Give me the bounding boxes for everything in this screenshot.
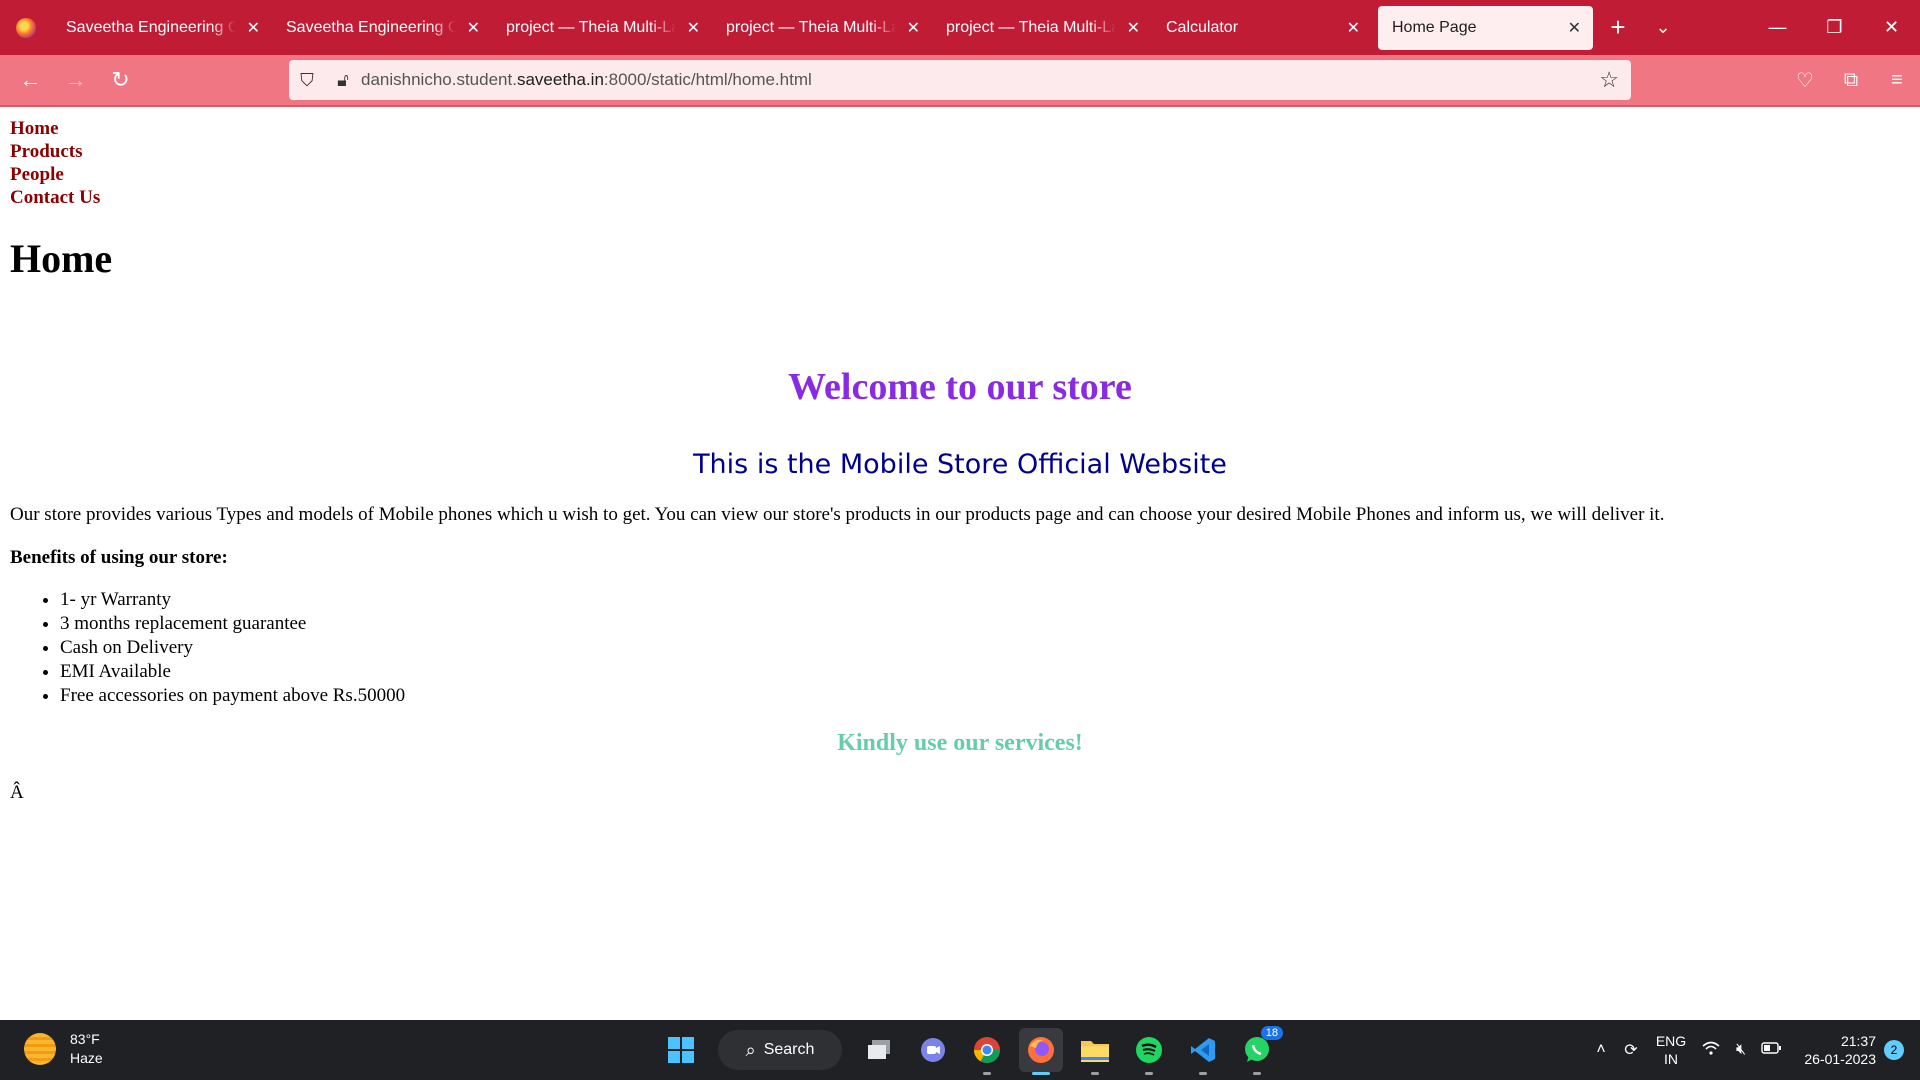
language-indicator[interactable]: ENG IN [1646,1032,1696,1068]
clock-date: 26-01-2023 [1804,1051,1876,1067]
teams-chat-icon[interactable] [911,1028,955,1072]
forward-button[interactable]: → [53,60,98,100]
taskbar: 83°F Haze ⌕ Search 18 ˄ ⟳ ENG IN 🔇︎ 21:3… [0,1020,1920,1080]
close-tab-icon[interactable]: ✕ [1347,18,1360,38]
tab-label: project — Theia Multi-Language [726,18,896,36]
task-view-icon[interactable] [857,1028,901,1072]
nav-link-products[interactable]: Products [10,140,100,163]
close-tab-icon[interactable]: ✕ [1127,18,1140,38]
benefits-heading: Benefits of using our store: [10,547,228,568]
clock-time: 21:37 [1840,1033,1876,1049]
browser-tab[interactable]: project — Theia Multi-Language ✕ [932,6,1152,50]
stray-character: Â [10,782,24,803]
battery-icon[interactable] [1756,1041,1786,1059]
tab-label: Saveetha Engineering College [286,18,456,36]
nav-link-contact-us[interactable]: Contact Us [10,186,100,209]
spotify-icon[interactable] [1127,1028,1171,1075]
browser-tab[interactable]: Saveetha Engineering College ✕ [272,6,492,50]
weather-temperature: 83°F [70,1031,100,1047]
taskbar-search-button[interactable]: ⌕ Search [718,1030,842,1070]
file-explorer-icon[interactable] [1073,1028,1117,1075]
whatsapp-icon[interactable]: 18 [1235,1026,1283,1075]
navigation-toolbar: ← → ↻ ⛉ 🔓︎ danishnicho.student. saveetha.… [0,55,1920,107]
sync-icon[interactable]: ⟳ [1616,1040,1646,1060]
page-title: Home [10,236,113,281]
weather-condition: Haze [70,1050,103,1066]
browser-tab[interactable]: project — Theia Multi-Language ✕ [712,6,932,50]
url-bar[interactable]: ⛉ 🔓︎ danishnicho.student. saveetha.in:800… [289,60,1631,100]
welcome-heading: Welcome to our store [788,366,1132,408]
browser-tab[interactable]: Calculator ✕ [1152,6,1372,50]
web-page: Home Products People Contact Us Home Wel… [0,107,1920,1020]
benefits-list: 1- yr Warranty 3 months replacement guar… [10,588,405,708]
pocket-icon[interactable]: ♡ [1782,55,1828,105]
nav-link-people[interactable]: People [10,163,100,186]
site-navigation: Home Products People Contact Us [10,117,100,209]
browser-tab[interactable]: project — Theia Multi-Language ✕ [492,6,712,50]
notification-count-badge[interactable]: 2 [1884,1040,1904,1060]
nav-link-home[interactable]: Home [10,117,100,140]
bookmark-star-icon[interactable]: ☆ [1599,67,1619,93]
close-tab-icon[interactable]: ✕ [687,18,700,38]
firefox-taskbar-icon[interactable] [1019,1028,1063,1075]
language-bottom: IN [1664,1051,1678,1067]
list-item: Cash on Delivery [60,636,405,660]
whatsapp-badge: 18 [1260,1026,1283,1040]
close-window-icon[interactable]: ✕ [1863,0,1920,55]
weather-widget[interactable]: 83°F Haze [24,1030,103,1068]
close-tab-icon[interactable]: ✕ [467,18,480,38]
wifi-icon[interactable] [1696,1041,1726,1060]
chrome-icon[interactable] [965,1028,1009,1075]
language-top: ENG [1655,1033,1687,1049]
list-item: Free accessories on payment above Rs.500… [60,684,405,708]
close-tab-icon[interactable]: ✕ [247,18,260,38]
url-host: saveetha.in [516,70,604,89]
reload-button[interactable]: ↻ [98,60,143,100]
browser-tab[interactable]: Saveetha Engineering College ✕ [52,6,272,50]
tab-label: project — Theia Multi-Language [946,18,1116,36]
chevron-up-icon[interactable]: ˄ [1586,1041,1616,1059]
vscode-icon[interactable] [1181,1028,1225,1075]
list-item: EMI Available [60,660,405,684]
browser-tab-active[interactable]: Home Page ✕ [1378,5,1593,50]
tab-label: Saveetha Engineering College [66,18,236,36]
subtitle-heading: This is the Mobile Store Official Websit… [693,449,1227,480]
tab-strip: Saveetha Engineering College ✕ Saveetha … [0,0,1920,55]
minimize-icon[interactable]: — [1749,0,1806,55]
search-icon: ⌕ [745,1039,756,1060]
start-windows-icon[interactable] [659,1028,703,1072]
search-label: Search [763,1041,815,1058]
close-tab-icon[interactable]: ✕ [907,18,920,38]
list-item: 1- yr Warranty [60,588,405,612]
hamburger-menu-icon[interactable]: ≡ [1874,55,1920,105]
list-all-tabs-icon[interactable]: ⌄ [1643,17,1683,38]
haze-weather-icon [24,1033,56,1065]
insecure-lock-icon[interactable]: 🔓︎ [325,70,361,91]
extensions-icon[interactable]: ⧉ [1828,55,1874,105]
tab-label: Home Page [1392,18,1477,36]
speaker-muted-icon[interactable]: 🔇︎ [1726,1041,1756,1059]
new-tab-button[interactable]: + [1593,12,1643,43]
close-tab-icon[interactable]: ✕ [1568,18,1581,38]
firefox-menu-icon[interactable] [0,0,52,55]
url-prefix: danishnicho.student. [361,70,517,89]
intro-paragraph: Our store provides various Types and mod… [10,504,1665,525]
restore-icon[interactable]: ❐ [1806,0,1863,55]
list-item: 3 months replacement guarantee [60,612,405,636]
tab-label: Calculator [1166,18,1239,36]
system-clock[interactable]: 21:37 26-01-2023 [1786,1032,1876,1068]
back-button[interactable]: ← [8,60,53,100]
closing-heading: Kindly use our services! [837,730,1083,756]
url-suffix: :8000/static/html/home.html [603,70,812,89]
shield-icon[interactable]: ⛉ [289,70,325,91]
tab-label: project — Theia Multi-Language [506,18,676,36]
